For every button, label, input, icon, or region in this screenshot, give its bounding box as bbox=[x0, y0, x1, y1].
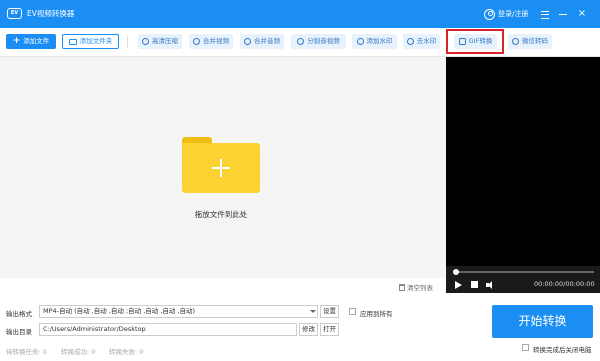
tool-label: 合并音频 bbox=[254, 37, 280, 45]
merge-video-icon bbox=[193, 38, 200, 45]
stop-icon[interactable] bbox=[471, 281, 478, 288]
add-folder-button[interactable]: 添加文件夹 bbox=[62, 34, 119, 49]
apply-all-label: 应用到所有 bbox=[360, 310, 393, 318]
time-display: 00:00:00/00:00:00 bbox=[534, 280, 595, 288]
split-icon bbox=[297, 38, 305, 45]
add-file-label: 添加文件 bbox=[23, 37, 50, 45]
tool-split-button[interactable]: 分割音视频 bbox=[291, 34, 346, 49]
format-select[interactable]: MP4-自动 (自动 ,自动 ,自动 ;自动 ,自动 ,自动 ,自动) bbox=[39, 305, 318, 318]
output-dir-label: 输出目录 bbox=[6, 328, 32, 336]
play-icon[interactable] bbox=[455, 281, 462, 289]
tool-label: 添加水印 bbox=[366, 37, 393, 45]
open-button[interactable]: 打开 bbox=[320, 323, 339, 336]
tool-hd-compress-button[interactable]: 高清压缩 bbox=[138, 34, 182, 49]
progress-bar[interactable] bbox=[454, 271, 594, 273]
tool-add-watermark-button[interactable]: 添加水印 bbox=[352, 34, 397, 49]
tool-label: 去水印 bbox=[416, 37, 437, 45]
tool-wechat-button[interactable]: 微信转码 bbox=[508, 34, 552, 49]
modify-button[interactable]: 修改 bbox=[299, 323, 318, 336]
clear-list-button[interactable]: 清空列表 bbox=[399, 282, 433, 292]
volume-icon[interactable] bbox=[486, 281, 496, 289]
progress-handle[interactable] bbox=[453, 269, 459, 275]
add-folder-label: 添加文件夹 bbox=[79, 37, 113, 45]
tool-remove-watermark-button[interactable]: 去水印 bbox=[403, 34, 440, 49]
title-bar: EV EV视频转换器 登录/注册 × bbox=[0, 0, 600, 28]
settings-button[interactable]: 设置 bbox=[320, 305, 339, 318]
app-window: EV EV视频转换器 登录/注册 × + 添加文件 添加文件夹 高清压缩 合并视… bbox=[0, 0, 600, 361]
tool-merge-video-button[interactable]: 合并视频 bbox=[189, 34, 233, 49]
toolbar-divider bbox=[127, 36, 128, 48]
wechat-icon bbox=[512, 38, 519, 45]
login-label: 登录/注册 bbox=[498, 10, 529, 18]
start-convert-button[interactable]: 开始转换 bbox=[492, 305, 593, 338]
watermark-icon bbox=[356, 38, 364, 45]
clear-list-label: 清空列表 bbox=[407, 284, 433, 292]
close-icon[interactable]: × bbox=[575, 7, 589, 21]
apply-all-checkbox[interactable] bbox=[349, 308, 356, 315]
app-logo: EV bbox=[7, 8, 22, 19]
login-button[interactable]: 登录/注册 bbox=[484, 7, 528, 21]
compress-icon bbox=[142, 38, 149, 45]
video-preview bbox=[446, 57, 600, 266]
shutdown-checkbox[interactable] bbox=[522, 344, 529, 351]
tool-label: 微信转码 bbox=[522, 37, 548, 45]
user-icon bbox=[484, 8, 495, 20]
merge-audio-icon bbox=[244, 38, 251, 45]
pending-count: 待转换任务: 0 bbox=[6, 348, 47, 356]
add-file-button[interactable]: + 添加文件 bbox=[6, 34, 56, 49]
tool-label: 分割音视频 bbox=[307, 37, 340, 45]
drop-zone[interactable]: 拖放文件到此处 bbox=[0, 57, 446, 278]
player-controls: 00:00:00/00:00:00 bbox=[446, 266, 600, 293]
output-dir-input[interactable]: C:/Users/Administrator/Desktop bbox=[39, 323, 297, 336]
trash-icon bbox=[399, 283, 405, 291]
toolbar: + 添加文件 添加文件夹 高清压缩 合并视频 合并音频 分割音视频 添加水印 去… bbox=[0, 28, 600, 57]
tool-merge-audio-button[interactable]: 合并音频 bbox=[240, 34, 284, 49]
app-title: EV视频转换器 bbox=[27, 9, 75, 18]
chevron-down-icon[interactable] bbox=[310, 310, 316, 313]
folder-icon bbox=[68, 38, 77, 45]
minimize-icon[interactable] bbox=[556, 7, 570, 21]
drop-hint: 拖放文件到此处 bbox=[194, 210, 248, 219]
format-label: 输出格式 bbox=[6, 310, 32, 318]
highlight-box bbox=[446, 29, 504, 54]
menu-icon[interactable] bbox=[538, 7, 552, 21]
shutdown-label: 转换完成后关闭电脑 bbox=[533, 346, 592, 354]
remove-watermark-icon bbox=[406, 38, 414, 45]
plus-icon: + bbox=[12, 36, 21, 46]
success-count: 转换成功: 0 bbox=[61, 348, 96, 356]
tool-label: 高清压缩 bbox=[152, 37, 178, 45]
tool-label: 合并视频 bbox=[203, 37, 229, 45]
add-folder-icon[interactable] bbox=[182, 137, 260, 193]
failed-count: 转换失败: 0 bbox=[109, 348, 144, 356]
